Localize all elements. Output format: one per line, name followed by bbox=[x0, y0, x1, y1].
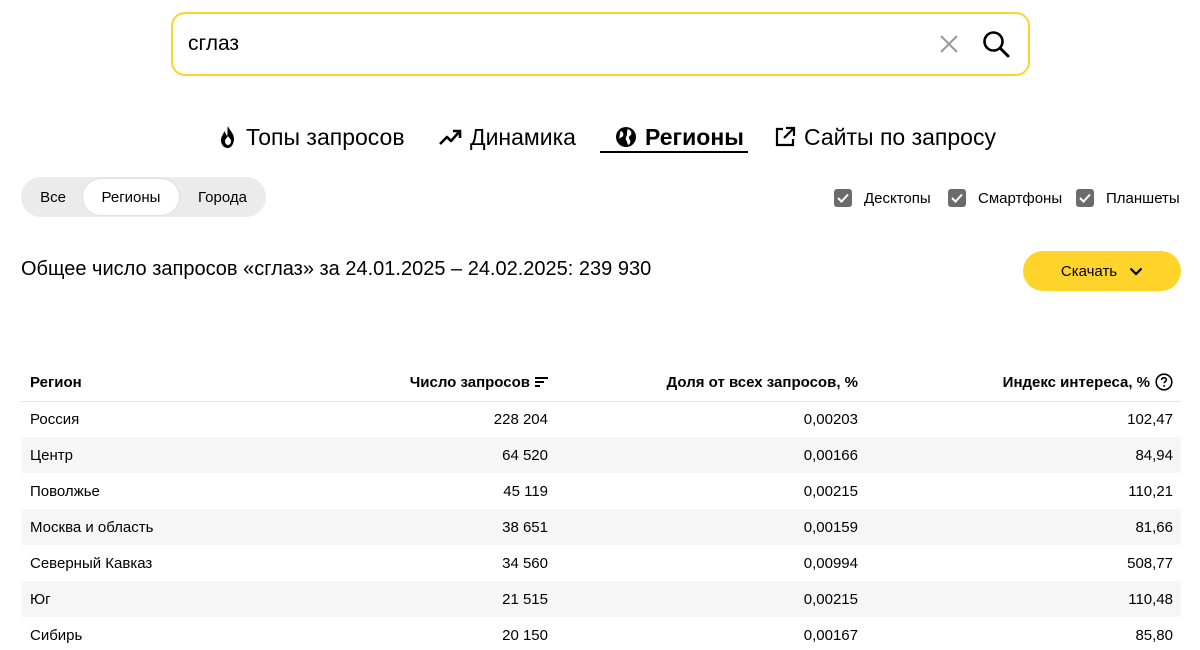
sort-icon bbox=[535, 377, 548, 388]
cell-share: 0,00215 bbox=[803, 590, 858, 608]
check-icon bbox=[1076, 189, 1094, 207]
table-row: Северный Кавказ 34 560 0,00994 508,77 bbox=[21, 545, 1181, 581]
table-row: Сибирь 20 150 0,00167 85,80 bbox=[21, 617, 1181, 650]
cell-interest-index: 508,77 bbox=[1127, 554, 1173, 572]
check-icon bbox=[834, 189, 852, 207]
cell-query-count: 45 119 bbox=[503, 482, 548, 500]
total-queries-summary: Общее число запросов «сглаз» за 24.01.20… bbox=[21, 258, 652, 280]
cell-share: 0,00215 bbox=[803, 482, 858, 500]
cell-interest-index: 110,48 bbox=[1128, 590, 1173, 608]
tab-label: Регионы bbox=[645, 123, 744, 150]
download-button[interactable]: Скачать bbox=[1023, 251, 1181, 291]
checkbox-desktops[interactable]: Десктопы bbox=[834, 186, 931, 210]
checkbox-label: Планшеты bbox=[1106, 189, 1180, 207]
cell-share: 0,00159 bbox=[803, 518, 858, 536]
globe-icon bbox=[616, 127, 636, 147]
cell-interest-index: 110,21 bbox=[1128, 482, 1173, 500]
cell-region: Юг bbox=[30, 590, 51, 608]
table-row: Москва и область 38 651 0,00159 81,66 bbox=[21, 509, 1181, 545]
table-row: Поволжье 45 119 0,00215 110,21 bbox=[21, 473, 1181, 509]
tab-top-queries[interactable]: Топы запросов bbox=[218, 117, 405, 157]
checkbox-label: Десктопы bbox=[864, 189, 931, 207]
cell-region: Россия bbox=[30, 410, 80, 428]
tab-label: Динамика bbox=[470, 123, 576, 150]
clear-icon[interactable] bbox=[938, 33, 960, 55]
column-header-share[interactable]: Доля от всех запросов, % bbox=[556, 364, 866, 402]
cell-share: 0,00994 bbox=[803, 554, 858, 572]
cell-interest-index: 85,80 bbox=[1135, 626, 1173, 644]
cell-query-count: 38 651 bbox=[502, 518, 548, 536]
checkbox-smartphones[interactable]: Смартфоны bbox=[948, 186, 1062, 210]
fire-icon bbox=[221, 126, 234, 148]
column-header-interest-index[interactable]: Индекс интереса, % bbox=[866, 364, 1181, 402]
cell-query-count: 34 560 bbox=[502, 554, 548, 572]
table-row: Центр 64 520 0,00166 84,94 bbox=[21, 437, 1181, 473]
region-type-segment: Все Регионы Города bbox=[21, 177, 266, 217]
segment-regions[interactable]: Регионы bbox=[83, 179, 179, 215]
checkbox-tablets[interactable]: Планшеты bbox=[1076, 186, 1180, 210]
table-header-row: Регион Число запросов Доля от всех запро… bbox=[21, 364, 1181, 402]
help-icon[interactable] bbox=[1155, 373, 1173, 391]
cell-interest-index: 102,47 bbox=[1127, 410, 1173, 428]
tab-dynamics[interactable]: Динамика bbox=[438, 117, 576, 157]
cell-share: 0,00167 bbox=[803, 626, 858, 644]
search-input[interactable] bbox=[188, 24, 908, 64]
cell-share: 0,00166 bbox=[803, 446, 858, 464]
regions-table: Регион Число запросов Доля от всех запро… bbox=[21, 364, 1181, 650]
cell-query-count: 64 520 bbox=[502, 446, 548, 464]
column-header-label: Число запросов bbox=[409, 373, 530, 391]
trend-up-icon bbox=[439, 129, 462, 145]
table-row: Юг 21 515 0,00215 110,48 bbox=[21, 581, 1181, 617]
tab-label: Сайты по запросу bbox=[804, 123, 996, 150]
tab-sites[interactable]: Сайты по запросу bbox=[774, 117, 996, 157]
cell-region: Северный Кавказ bbox=[30, 554, 153, 572]
cell-region: Поволжье bbox=[30, 482, 100, 500]
cell-interest-index: 84,94 bbox=[1135, 446, 1173, 464]
external-link-icon bbox=[775, 126, 796, 147]
cell-query-count: 20 150 bbox=[502, 626, 548, 644]
cell-interest-index: 81,66 bbox=[1135, 518, 1173, 536]
table-row: Россия 228 204 0,00203 102,47 bbox=[21, 401, 1181, 437]
cell-query-count: 21 515 bbox=[502, 590, 548, 608]
active-tab-underline bbox=[600, 151, 748, 153]
check-icon bbox=[948, 189, 966, 207]
cell-region: Сибирь bbox=[30, 626, 83, 644]
tab-label: Топы запросов bbox=[246, 123, 405, 150]
segment-all[interactable]: Все bbox=[23, 177, 83, 217]
segment-cities[interactable]: Города bbox=[181, 177, 264, 217]
cell-share: 0,00203 bbox=[803, 410, 858, 428]
column-header-region[interactable]: Регион bbox=[21, 364, 301, 402]
chevron-down-icon bbox=[1129, 267, 1143, 276]
cell-region: Москва и область bbox=[30, 518, 154, 536]
checkbox-label: Смартфоны bbox=[978, 189, 1063, 207]
download-label: Скачать bbox=[1060, 262, 1118, 280]
column-header-label: Индекс интереса, % bbox=[1002, 373, 1150, 391]
cell-query-count: 228 204 bbox=[493, 410, 548, 428]
search-box bbox=[171, 12, 1030, 76]
cell-region: Центр bbox=[30, 446, 73, 464]
search-icon[interactable] bbox=[981, 29, 1011, 59]
column-header-query-count[interactable]: Число запросов bbox=[301, 364, 556, 402]
